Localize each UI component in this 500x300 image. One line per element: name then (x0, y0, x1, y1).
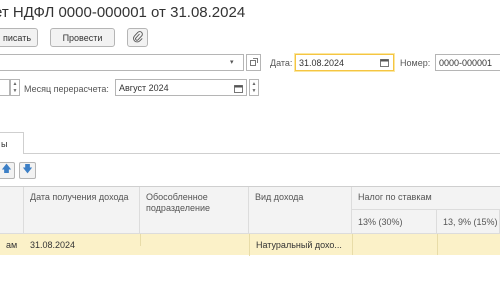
row-income-type: Натуральный дохо... (249, 234, 352, 256)
clipped-field-spinner[interactable]: ▲ ▼ (10, 79, 20, 96)
row-income-date: 31.08.2024 (30, 240, 76, 250)
arrow-up-icon: 🡅 (1, 164, 12, 175)
arrow-down-icon: 🡇 (22, 164, 33, 175)
header-rate-13[interactable]: 13% (30%) (352, 210, 437, 234)
recalc-month-spinner[interactable]: ▲ ▼ (249, 79, 259, 96)
tab-active[interactable]: ы (0, 132, 24, 154)
tab-divider (24, 153, 500, 154)
row-col-0: ам (6, 240, 18, 250)
table: Дата получения дохода Обособленное подра… (0, 186, 500, 300)
page-title: ет НДФЛ 0000-000001 от 31.08.2024 (0, 4, 246, 21)
header-income-type[interactable]: Вид дохода (249, 187, 352, 234)
conduct-button[interactable]: Провести (50, 28, 115, 47)
recalc-month-value: Август 2024 (119, 82, 169, 93)
attach-button[interactable] (127, 28, 148, 47)
header-col-0[interactable] (0, 187, 24, 234)
calendar-icon[interactable] (232, 82, 244, 94)
post-and-close-button[interactable]: писать (0, 28, 38, 47)
open-window-icon (249, 57, 258, 68)
number-value: 0000-000001 (439, 57, 493, 68)
clipped-field[interactable] (0, 79, 10, 96)
recalc-month-field[interactable]: Август 2024 (115, 79, 247, 96)
header-rate-13-9[interactable]: 13, 9% (15%) (437, 210, 500, 234)
organization-field[interactable] (0, 54, 244, 71)
header-tax-by-rates[interactable]: Налог по ставкам (352, 187, 500, 210)
move-up-button[interactable]: 🡅 (0, 162, 15, 179)
header-subdivision[interactable]: Обособленное подразделение (140, 187, 249, 234)
move-down-button[interactable]: 🡇 (19, 162, 36, 179)
paperclip-icon (132, 30, 143, 45)
dropdown-arrow-icon[interactable]: ▾ (230, 58, 234, 66)
date-value: 31.08.2024 (299, 57, 345, 68)
date-label: Дата: (270, 58, 293, 68)
open-link-button[interactable] (246, 54, 261, 71)
number-field[interactable]: 0000-000001 (435, 54, 500, 71)
row-subdivision (140, 234, 249, 246)
tab-label: ы (1, 138, 8, 149)
row-rate-13-9 (437, 234, 500, 255)
row-rate-13 (352, 234, 437, 255)
number-label: Номер: (400, 58, 431, 68)
header-income-date[interactable]: Дата получения дохода (24, 187, 140, 234)
table-row[interactable]: ам 31.08.2024 Натуральный дохо... (0, 234, 500, 256)
calendar-icon[interactable] (378, 56, 390, 68)
recalc-month-label: Месяц перерасчета: (24, 84, 109, 94)
